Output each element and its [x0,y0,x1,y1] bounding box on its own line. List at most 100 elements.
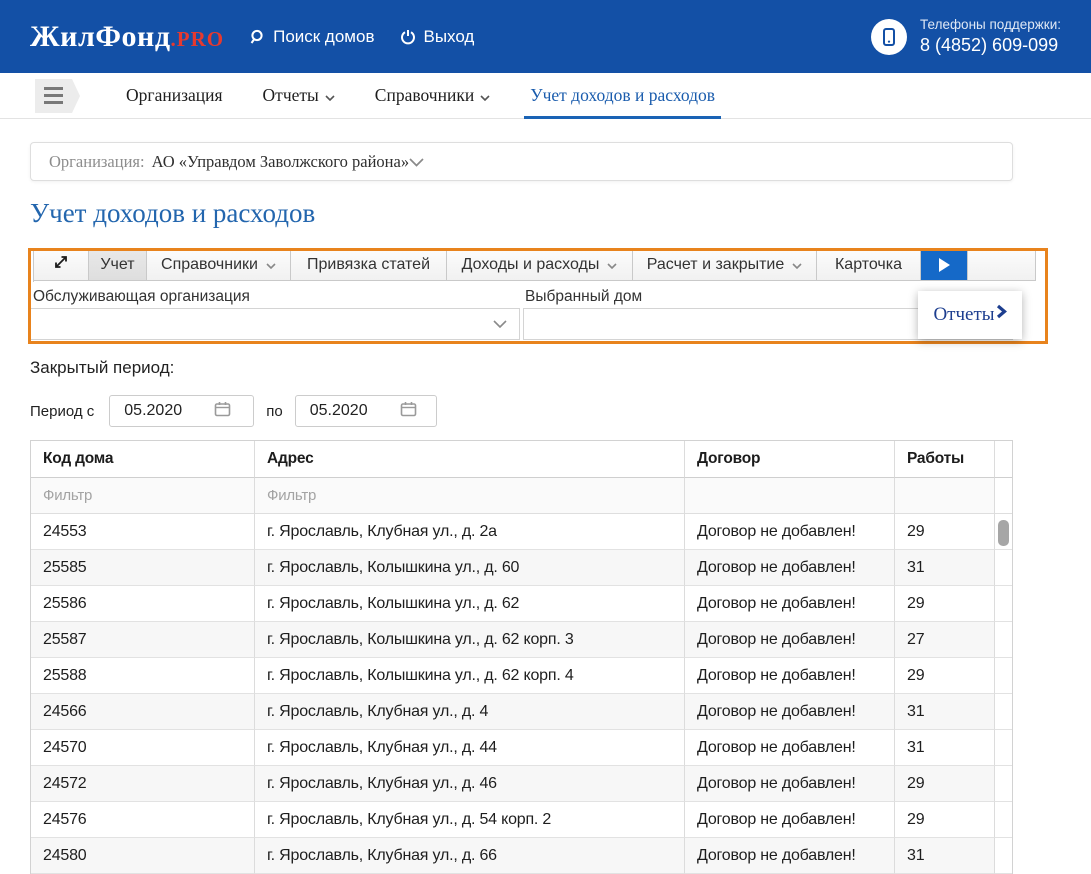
filter-cell-contract[interactable] [685,478,895,514]
logout-link[interactable]: Выход [400,27,474,47]
table-row[interactable]: 24566 г. Ярославль, Клубная ул., д. 4 До… [31,694,1012,730]
cell-contract: Договор не добавлен! [685,586,895,622]
table-row[interactable]: 24576 г. Ярославль, Клубная ул., д. 54 к… [31,802,1012,838]
organization-select-value: АО «Управдом Заволжского района» [152,152,409,172]
nav-item-income-expense-accounting[interactable]: Учет доходов и расходов [524,73,721,118]
cell-address: г. Ярославль, Клубная ул., д. 4 [255,694,685,730]
closed-period-label: Закрытый период: [30,358,1091,378]
toolbar-button-label: Карточка [835,256,902,274]
nav-item-directories[interactable]: Справочники [369,73,496,118]
cell-house-code: 25588 [31,658,255,694]
cell-address: г. Ярославль, Клубная ул., д. 2а [255,514,685,550]
accounting-button[interactable]: Учет [89,249,147,281]
search-houses-link[interactable]: Поиск домов [250,27,374,47]
scrollbar-track[interactable] [995,658,1012,694]
table-row[interactable]: 25587 г. Ярославль, Колышкина ул., д. 62… [31,622,1012,658]
toolbar-button-label: Привязка статей [307,256,430,274]
support-texts: Телефоны поддержки: 8 (4852) 609-099 [920,17,1061,56]
cell-house-code: 24580 [31,838,255,874]
main-nav: Организация Отчеты Справочники Учет дохо… [0,73,1091,119]
cell-house-code: 25585 [31,550,255,586]
chevron-right-icon [995,306,1007,324]
column-header-house-code[interactable]: Код дома [31,441,255,478]
card-button[interactable]: Карточка [817,249,921,281]
nav-item-organization[interactable]: Организация [120,73,229,118]
calendar-icon[interactable] [214,401,231,422]
power-icon [400,29,416,45]
scrollbar-track[interactable] [995,514,1012,550]
column-header-contract[interactable]: Договор [685,441,895,478]
scrollbar-track[interactable] [995,766,1012,802]
calculation-closing-button[interactable]: Расчет и закрытие [633,249,817,281]
reports-popup-item[interactable]: Отчеты [918,291,1022,339]
scrollbar-track[interactable] [995,550,1012,586]
scrollbar-track[interactable] [995,622,1012,658]
logo-pro-suffix: .PRO [171,27,225,51]
top-header: ЖилФонд.PRO Поиск домов Выход Телефоны п… [0,0,1091,73]
table-filter-row: Фильтр Фильтр [31,478,1012,514]
article-binding-button[interactable]: Привязка статей [291,249,447,281]
cell-works: 29 [895,802,995,838]
chevron-down-icon [607,256,617,274]
nav-item-reports[interactable]: Отчеты [257,73,341,118]
scrollbar-track[interactable] [995,730,1012,766]
chevron-down-icon [493,315,507,333]
toolbar: Учет Справочники Привязка статей Доходы … [33,248,1036,282]
period-to-input[interactable] [310,402,400,420]
scrollbar-thumb[interactable] [998,520,1009,546]
directories-button[interactable]: Справочники [147,249,291,281]
scrollbar-track[interactable] [995,802,1012,838]
cell-contract: Договор не добавлен! [685,694,895,730]
period-from-label: Период с [30,403,94,420]
chevron-down-icon [409,152,424,172]
cell-contract: Договор не добавлен! [685,514,895,550]
selects-row [30,308,1048,340]
cell-address: г. Ярославль, Клубная ул., д. 54 корп. 2 [255,802,685,838]
expand-button[interactable] [34,249,89,281]
app-logo[interactable]: ЖилФонд.PRO [30,20,224,54]
income-expense-button[interactable]: Доходы и расходы [447,249,633,281]
houses-table: Код дома Адрес Договор Работы Фильтр Фил… [30,440,1013,874]
column-header-works[interactable]: Работы [895,441,995,478]
calendar-icon[interactable] [400,401,417,422]
filter-input-house-code[interactable]: Фильтр [31,478,255,514]
table-row[interactable]: 24580 г. Ярославль, Клубная ул., д. 66 Д… [31,838,1012,874]
table-row[interactable]: 24572 г. Ярославль, Клубная ул., д. 46 Д… [31,766,1012,802]
table-row[interactable]: 25588 г. Ярославль, Колышкина ул., д. 62… [31,658,1012,694]
table-row[interactable]: 25585 г. Ярославль, Колышкина ул., д. 60… [31,550,1012,586]
column-header-address[interactable]: Адрес [255,441,685,478]
scrollbar-track[interactable] [995,694,1012,730]
organization-select[interactable]: Организация: АО «Управдом Заволжского ра… [30,142,1013,181]
cell-contract: Договор не добавлен! [685,622,895,658]
table-row[interactable]: 25586 г. Ярославль, Колышкина ул., д. 62… [31,586,1012,622]
cell-address: г. Ярославль, Колышкина ул., д. 62 [255,586,685,622]
cell-address: г. Ярославль, Клубная ул., д. 66 [255,838,685,874]
table-row[interactable]: 24570 г. Ярославль, Клубная ул., д. 44 Д… [31,730,1012,766]
service-org-select[interactable] [30,308,520,340]
cell-house-code: 24553 [31,514,255,550]
scrollbar-track[interactable] [995,838,1012,874]
period-to-label: по [266,403,282,420]
period-row: Период с по [30,395,1091,427]
cell-contract: Договор не добавлен! [685,802,895,838]
organization-select-label: Организация: [49,152,145,172]
cell-contract: Договор не добавлен! [685,766,895,802]
run-button[interactable] [921,249,968,281]
scrollbar-track[interactable] [995,586,1012,622]
cell-works: 29 [895,586,995,622]
nav-item-label: Организация [126,85,223,106]
hamburger-icon[interactable] [35,79,72,113]
period-from-input[interactable] [124,402,214,420]
table-row[interactable]: 24553 г. Ярославль, Клубная ул., д. 2а Д… [31,514,1012,550]
cell-contract: Договор не добавлен! [685,838,895,874]
filter-cell-works[interactable] [895,478,995,514]
expand-icon [53,254,69,275]
cell-address: г. Ярославль, Колышкина ул., д. 60 [255,550,685,586]
cell-works: 31 [895,838,995,874]
filter-input-address[interactable]: Фильтр [255,478,685,514]
support-label: Телефоны поддержки: [920,17,1061,32]
scrollbar-track[interactable] [995,478,1012,514]
cell-works: 31 [895,550,995,586]
toolbar-empty-cell [968,249,1036,281]
cell-house-code: 24572 [31,766,255,802]
